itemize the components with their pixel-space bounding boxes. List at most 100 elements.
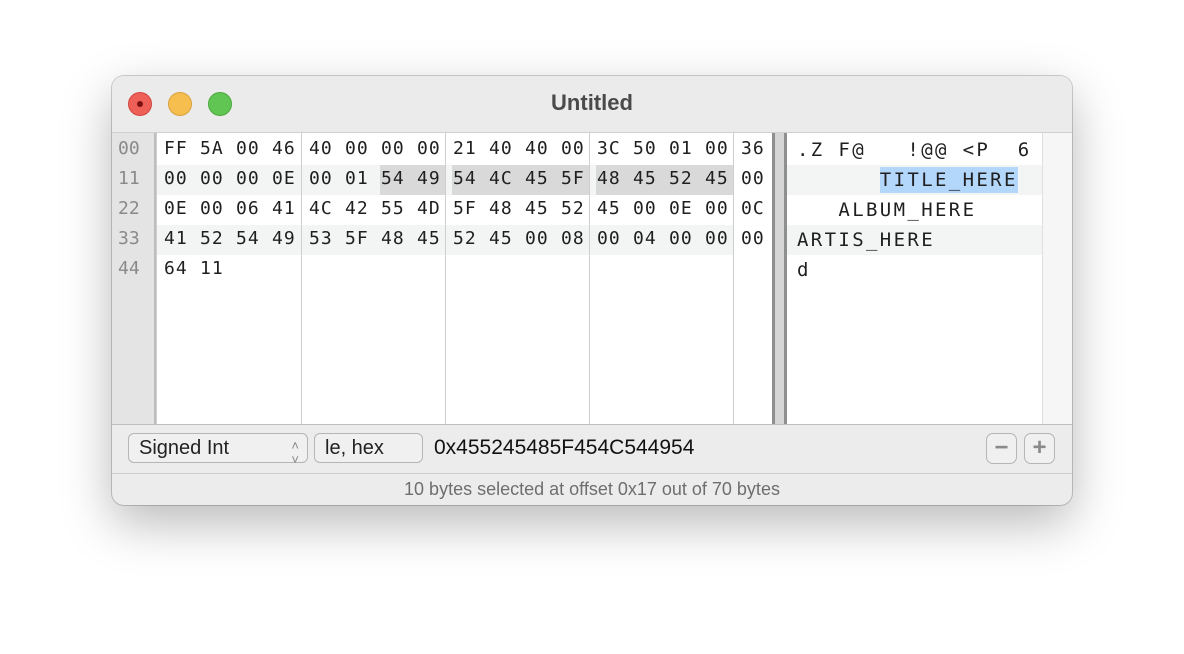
- hex-byte[interactable]: 36: [741, 138, 765, 159]
- hex-byte[interactable]: 0C: [741, 198, 765, 219]
- up-down-chevron-icon: ˄ ˅: [291, 438, 299, 467]
- hex-byte[interactable]: 49: [272, 228, 296, 249]
- hex-byte[interactable]: 11: [200, 258, 224, 279]
- text-row[interactable]: d: [797, 257, 825, 283]
- hex-byte[interactable]: 0E: [669, 198, 693, 219]
- hex-byte[interactable]: 45: [633, 168, 657, 189]
- offset-gutter: 00 11 22 33 44: [112, 133, 156, 424]
- hex-byte[interactable]: 08: [561, 228, 585, 249]
- group-divider: [445, 133, 446, 424]
- group-divider: [301, 133, 302, 424]
- hex-byte[interactable]: 64: [164, 258, 188, 279]
- hex-byte[interactable]: 4C: [489, 168, 513, 189]
- hex-editor-window: Untitled 00 11 22 33 44 FF 5A 00 46 40 00 00 00 21 40…: [112, 76, 1072, 505]
- hex-byte[interactable]: 00: [525, 228, 549, 249]
- hex-byte[interactable]: 49: [417, 168, 441, 189]
- group-divider: [589, 133, 590, 424]
- hex-byte[interactable]: 54: [453, 168, 477, 189]
- hex-byte[interactable]: FF: [164, 138, 188, 159]
- hex-byte[interactable]: 50: [633, 138, 657, 159]
- hex-byte[interactable]: 00: [200, 168, 224, 189]
- hex-byte[interactable]: 40: [489, 138, 513, 159]
- data-type-label: Signed Int: [139, 437, 230, 459]
- hex-byte[interactable]: 5F: [561, 168, 585, 189]
- hex-view[interactable]: 00 11 22 33 44 FF 5A 00 46 40 00 00 00 21 40 40 00 3C 50 0…: [112, 133, 1072, 424]
- format-select[interactable]: le, hex: [314, 433, 423, 463]
- hex-byte[interactable]: 4C: [309, 198, 333, 219]
- hex-byte[interactable]: 55: [381, 198, 405, 219]
- hex-byte[interactable]: 06: [236, 198, 260, 219]
- text-row[interactable]: .Z F@ !@@ <P 6: [797, 137, 1032, 163]
- hex-byte[interactable]: 45: [705, 168, 729, 189]
- hex-byte[interactable]: 00: [741, 228, 765, 249]
- hex-byte[interactable]: 52: [669, 168, 693, 189]
- hex-byte[interactable]: 00: [417, 138, 441, 159]
- hex-byte[interactable]: 52: [200, 228, 224, 249]
- hex-byte[interactable]: 48: [381, 228, 405, 249]
- inspector-bar: Signed Int ˄ ˅ le, hex 0x455245485F454C54…: [112, 424, 1072, 474]
- hex-byte[interactable]: 00: [705, 138, 729, 159]
- text-row[interactable]: ALBUM_HERE: [797, 197, 1032, 223]
- text-row[interactable]: TITLE_HERE: [797, 167, 1032, 193]
- offset-label: 22: [118, 198, 140, 219]
- hex-byte[interactable]: 0E: [164, 198, 188, 219]
- hex-byte[interactable]: 00: [345, 138, 369, 159]
- hex-byte[interactable]: 01: [669, 138, 693, 159]
- hex-byte[interactable]: 00: [561, 138, 585, 159]
- hex-byte[interactable]: 00: [236, 138, 260, 159]
- hex-byte[interactable]: 04: [633, 228, 657, 249]
- hex-byte[interactable]: 52: [561, 198, 585, 219]
- hex-byte[interactable]: 00: [633, 198, 657, 219]
- group-divider: [733, 133, 734, 424]
- hex-byte[interactable]: 0E: [272, 168, 296, 189]
- hex-byte[interactable]: 45: [597, 198, 621, 219]
- hex-byte[interactable]: 45: [489, 228, 513, 249]
- hex-byte[interactable]: 45: [417, 228, 441, 249]
- title-bar: Untitled: [112, 76, 1072, 133]
- window-title: Untitled: [551, 90, 633, 115]
- inspector-value: 0x455245485F454C544954: [434, 436, 695, 459]
- hex-byte[interactable]: 00: [309, 168, 333, 189]
- hex-byte[interactable]: 00: [236, 168, 260, 189]
- pane-splitter[interactable]: [772, 133, 787, 424]
- hex-byte[interactable]: 54: [236, 228, 260, 249]
- status-bar: 10 bytes selected at offset 0x17 out of …: [404, 479, 780, 499]
- hex-byte[interactable]: 42: [345, 198, 369, 219]
- hex-byte[interactable]: 00: [705, 198, 729, 219]
- hex-byte[interactable]: 5F: [453, 198, 477, 219]
- hex-byte[interactable]: 00: [200, 198, 224, 219]
- text-row[interactable]: ARTIS_HERE: [797, 227, 1032, 253]
- hex-byte[interactable]: 00: [597, 228, 621, 249]
- hex-byte[interactable]: 41: [272, 198, 296, 219]
- hex-byte[interactable]: 4D: [417, 198, 441, 219]
- hex-byte[interactable]: 40: [525, 138, 549, 159]
- hex-byte[interactable]: 52: [453, 228, 477, 249]
- hex-byte[interactable]: 00: [705, 228, 729, 249]
- hex-byte[interactable]: 54: [381, 168, 405, 189]
- hex-byte[interactable]: 40: [309, 138, 333, 159]
- offset-label: 11: [118, 168, 140, 189]
- hex-byte[interactable]: 48: [597, 168, 621, 189]
- hex-byte[interactable]: 53: [309, 228, 333, 249]
- hex-byte[interactable]: 00: [381, 138, 405, 159]
- hex-byte[interactable]: 01: [345, 168, 369, 189]
- hex-byte[interactable]: 00: [741, 168, 765, 189]
- hex-byte[interactable]: 21: [453, 138, 477, 159]
- hex-byte[interactable]: 46: [272, 138, 296, 159]
- offset-label: 33: [118, 228, 140, 249]
- hex-byte[interactable]: 5F: [345, 228, 369, 249]
- hex-byte[interactable]: 00: [164, 168, 188, 189]
- remove-inspector-button[interactable]: −: [986, 433, 1017, 464]
- text-pane-margin: [1042, 133, 1072, 424]
- hex-byte[interactable]: 45: [525, 168, 549, 189]
- hex-byte[interactable]: 45: [525, 198, 549, 219]
- offset-label: 44: [118, 258, 140, 279]
- add-inspector-button[interactable]: +: [1024, 433, 1055, 464]
- offset-label: 00: [118, 138, 140, 159]
- hex-byte[interactable]: 5A: [200, 138, 224, 159]
- data-type-select[interactable]: Signed Int ˄ ˅: [128, 433, 308, 467]
- hex-byte[interactable]: 48: [489, 198, 513, 219]
- hex-byte[interactable]: 3C: [597, 138, 621, 159]
- hex-byte[interactable]: 00: [669, 228, 693, 249]
- hex-byte[interactable]: 41: [164, 228, 188, 249]
